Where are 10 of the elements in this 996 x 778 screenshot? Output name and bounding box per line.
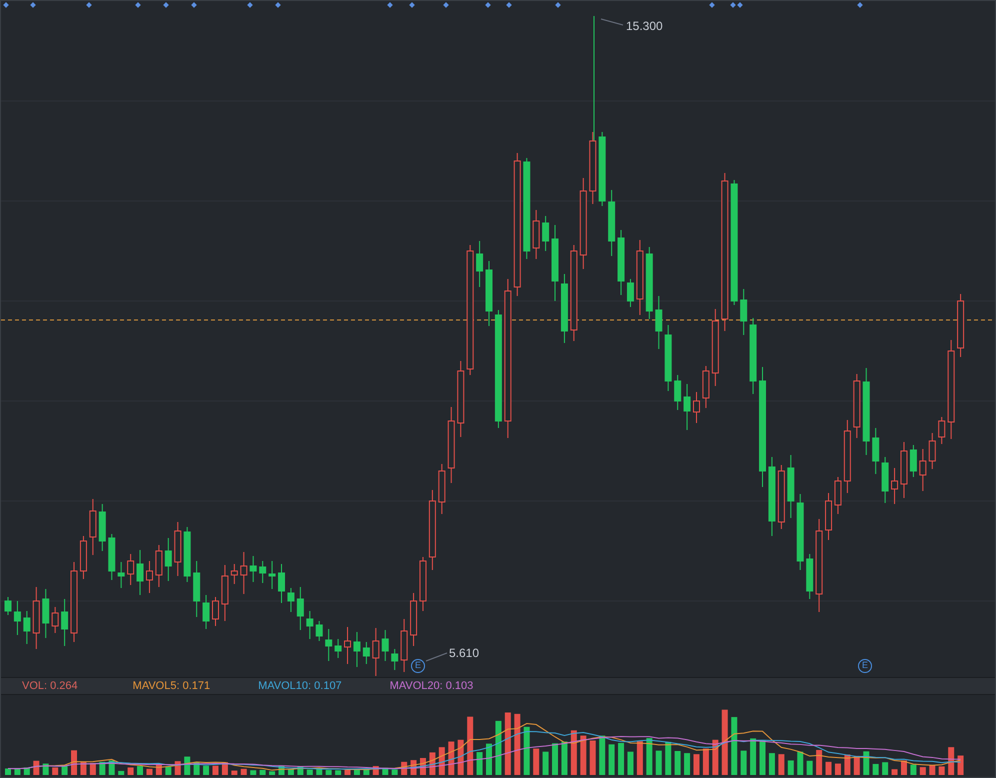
high-price-label: 15.300 <box>626 18 663 35</box>
leader-line <box>600 18 624 26</box>
volume-legend-item: VOL: 0.264 <box>22 678 78 694</box>
low-price-label: 5.610 <box>449 645 480 662</box>
volume-legend-item: MAVOL5: 0.171 <box>132 678 210 694</box>
volume-legend-item: MAVOL10: 0.107 <box>258 678 342 694</box>
volume-legend-item: MAVOL20: 0.103 <box>390 678 474 694</box>
leader-line <box>426 652 448 662</box>
event-marker[interactable]: E <box>858 659 872 673</box>
event-marker[interactable]: E <box>411 659 425 673</box>
